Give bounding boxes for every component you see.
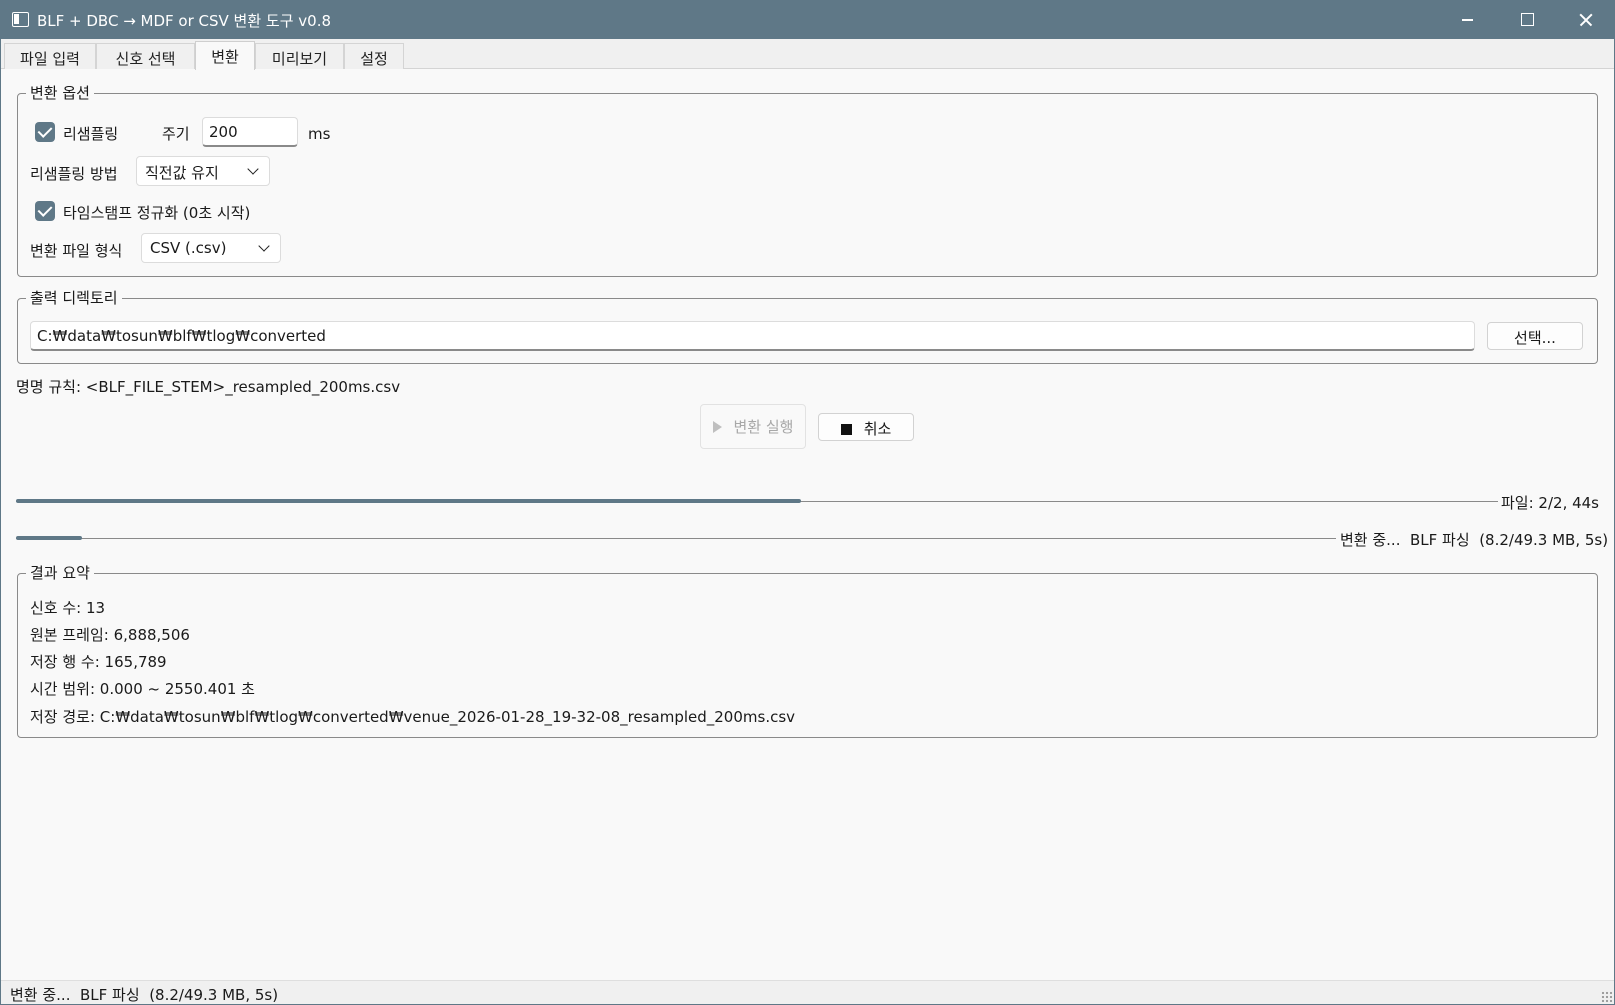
tab-preview[interactable]: 미리보기 bbox=[255, 43, 344, 69]
maximize-icon[interactable] bbox=[1498, 1, 1556, 39]
window-title: BLF + DBC → MDF or CSV 변환 도구 v0.8 bbox=[37, 12, 332, 30]
stop-icon bbox=[840, 424, 852, 435]
conversion-options-title: 변환 옵션 bbox=[26, 82, 94, 103]
tab-convert[interactable]: 변환 bbox=[195, 41, 255, 70]
conversion-options-group: 변환 옵션 리샘플링 주기 200 ms 리샘플링 방법 직전값 유지 타임스탬… bbox=[17, 82, 1598, 277]
tab-bar: 파일 입력 신호 선택 변환 미리보기 설정 bbox=[1, 39, 1614, 70]
period-label: 주기 bbox=[162, 125, 190, 143]
output-directory-group: 출력 디렉토리 C:₩data₩tosun₩blf₩tlog₩converted… bbox=[17, 287, 1598, 364]
result-summary-title: 결과 요약 bbox=[26, 562, 94, 583]
current-progress-bar bbox=[16, 536, 1336, 540]
resample-method-value: 직전값 유지 bbox=[145, 164, 219, 182]
summary-save-path: 저장 경로: C:₩data₩tosun₩blf₩tlog₩converted₩… bbox=[30, 708, 796, 726]
output-directory-input[interactable]: C:₩data₩tosun₩blf₩tlog₩converted bbox=[30, 321, 1475, 351]
current-progress-text: 변환 중... BLF 파싱 (8.2/49.3 MB, 5s) bbox=[1340, 531, 1609, 549]
status-bar: 변환 중... BLF 파싱 (8.2/49.3 MB, 5s) bbox=[1, 980, 1614, 1004]
minimize-icon[interactable] bbox=[1439, 1, 1497, 39]
output-format-value: CSV (.csv) bbox=[150, 239, 227, 257]
summary-signal-count: 신호 수: 13 bbox=[30, 599, 106, 617]
normalize-timestamp-checkbox[interactable] bbox=[35, 201, 55, 221]
result-summary-group: 결과 요약 신호 수: 13 원본 프레임: 6,888,506 저장 행 수:… bbox=[17, 562, 1598, 738]
naming-rule-text: 명명 규칙: <BLF_FILE_STEM>_resampled_200ms.c… bbox=[16, 378, 401, 396]
chevron-down-icon bbox=[247, 163, 259, 175]
current-progress-fill bbox=[16, 536, 82, 540]
output-format-select[interactable]: CSV (.csv) bbox=[141, 233, 281, 263]
tab-signal-select[interactable]: 신호 선택 bbox=[96, 43, 195, 69]
main-window: BLF + DBC → MDF or CSV 변환 도구 v0.8 파일 입력 … bbox=[0, 0, 1615, 1005]
summary-time-range: 시간 범위: 0.000 ~ 2550.401 초 bbox=[30, 680, 255, 698]
resample-label: 리샘플링 bbox=[63, 125, 119, 143]
status-text: 변환 중... BLF 파싱 (8.2/49.3 MB, 5s) bbox=[10, 986, 279, 1004]
normalize-timestamp-label: 타임스탬프 정규화 (0초 시작) bbox=[63, 204, 251, 222]
overall-progress-fill bbox=[16, 499, 802, 503]
run-convert-button[interactable]: 변환 실행 bbox=[700, 404, 806, 449]
period-unit: ms bbox=[308, 125, 331, 143]
resample-checkbox[interactable] bbox=[35, 122, 55, 142]
resample-method-label: 리샘플링 방법 bbox=[30, 165, 118, 183]
play-icon bbox=[712, 421, 722, 433]
overall-progress-bar bbox=[16, 499, 1498, 503]
app-window-icon bbox=[12, 12, 29, 27]
output-directory-title: 출력 디렉토리 bbox=[26, 287, 122, 308]
output-format-label: 변환 파일 형식 bbox=[30, 242, 123, 260]
summary-source-frames: 원본 프레임: 6,888,506 bbox=[30, 626, 190, 644]
cancel-label: 취소 bbox=[863, 420, 892, 438]
close-icon[interactable] bbox=[1557, 1, 1614, 39]
summary-saved-rows: 저장 행 수: 165,789 bbox=[30, 653, 167, 671]
run-convert-label: 변환 실행 bbox=[733, 418, 794, 436]
overall-progress-text: 파일: 2/2, 44s bbox=[1501, 494, 1600, 512]
resample-method-select[interactable]: 직전값 유지 bbox=[136, 156, 270, 186]
period-input[interactable]: 200 bbox=[202, 117, 298, 147]
cancel-button[interactable]: 취소 bbox=[818, 413, 914, 441]
tab-settings[interactable]: 설정 bbox=[344, 43, 404, 69]
resize-grip-icon[interactable] bbox=[1601, 991, 1613, 1003]
tab-file-input[interactable]: 파일 입력 bbox=[4, 43, 96, 69]
title-bar: BLF + DBC → MDF or CSV 변환 도구 v0.8 bbox=[1, 1, 1614, 39]
chevron-down-icon bbox=[258, 240, 270, 252]
select-directory-button[interactable]: 선택... bbox=[1487, 322, 1583, 350]
